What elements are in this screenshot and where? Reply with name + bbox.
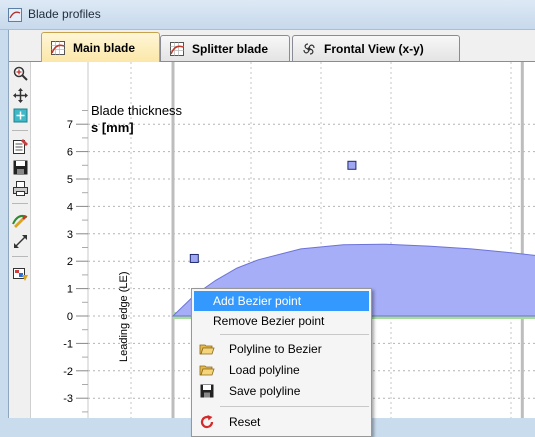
y-tick-label: -2 <box>63 366 73 378</box>
bezier-control-point <box>347 160 357 170</box>
y-axis-area <box>31 62 88 418</box>
grid-curve-icon <box>170 42 184 56</box>
chart-title: Blade thickness <box>91 103 183 118</box>
toolbar-separator <box>12 256 28 257</box>
menu-item-polyline-to-bezier[interactable]: Polyline to Bezier <box>194 339 369 359</box>
menu-separator <box>220 406 369 407</box>
draw-curve-icon[interactable] <box>12 211 29 228</box>
menu-item-remove-bezier-point[interactable]: Remove Bezier point <box>194 311 369 331</box>
spiral-icon <box>303 43 315 55</box>
menu-item-add-bezier-point[interactable]: Add Bezier point <box>194 291 369 311</box>
floppy-disk-icon <box>200 384 214 398</box>
vertical-toolbar <box>9 62 31 418</box>
folder-open-icon <box>199 365 215 376</box>
tab-label: Frontal View (x-y) <box>324 42 424 56</box>
fit-icon[interactable] <box>12 107 29 124</box>
context-menu: Add Bezier point Remove Bezier point Pol… <box>191 288 372 437</box>
y-tick-label: 7 <box>67 119 73 131</box>
toolbar-separator <box>12 130 28 131</box>
menu-item-save-polyline[interactable]: Save polyline <box>194 381 369 401</box>
grid-curve-icon <box>51 40 65 55</box>
y-tick-label: 1 <box>67 284 73 296</box>
toolbar-separator <box>12 203 28 204</box>
y-tick-label: 4 <box>67 201 73 213</box>
pan-icon[interactable] <box>12 87 29 104</box>
folder-open-icon <box>199 344 215 355</box>
y-tick-label: -3 <box>63 393 73 405</box>
export-image-icon[interactable] <box>12 265 29 282</box>
y-tick-label: -1 <box>63 338 73 350</box>
tab-label: Main blade <box>73 40 136 55</box>
y-tick-label: 2 <box>67 256 73 268</box>
title-bar[interactable]: Blade profiles <box>0 0 535 30</box>
edit-table-icon[interactable] <box>12 138 29 155</box>
tab-frontal-view[interactable]: Frontal View (x-y) <box>292 35 460 62</box>
window-title: Blade profiles <box>28 7 101 21</box>
menu-item-reset[interactable]: Reset <box>194 412 369 432</box>
tab-label: Splitter blade <box>192 42 269 56</box>
save-icon[interactable] <box>12 159 29 176</box>
tab-splitter-blade[interactable]: Splitter blade <box>160 35 290 62</box>
bezier-control-point <box>189 253 199 263</box>
resize-icon[interactable] <box>12 233 29 250</box>
y-tick-label: 3 <box>67 229 73 241</box>
y-axis-label: s [mm] <box>91 120 134 135</box>
menu-separator <box>220 334 369 335</box>
app-icon <box>8 8 22 22</box>
tab-strip: Main blade Splitter blade Frontal View (… <box>9 30 535 62</box>
reset-icon <box>200 415 214 429</box>
y-tick-label: 5 <box>67 174 73 186</box>
y-tick-label: 6 <box>67 147 73 159</box>
zoom-icon[interactable] <box>12 65 29 82</box>
window-client: Main blade Splitter blade Frontal View (… <box>8 30 535 437</box>
y-tick-label: 0 <box>67 311 73 323</box>
print-icon[interactable] <box>12 180 29 197</box>
tab-main-blade[interactable]: Main blade <box>41 32 160 62</box>
leading-edge-label: Leading edge (LE) <box>118 271 130 362</box>
menu-item-load-polyline[interactable]: Load polyline <box>194 360 369 380</box>
